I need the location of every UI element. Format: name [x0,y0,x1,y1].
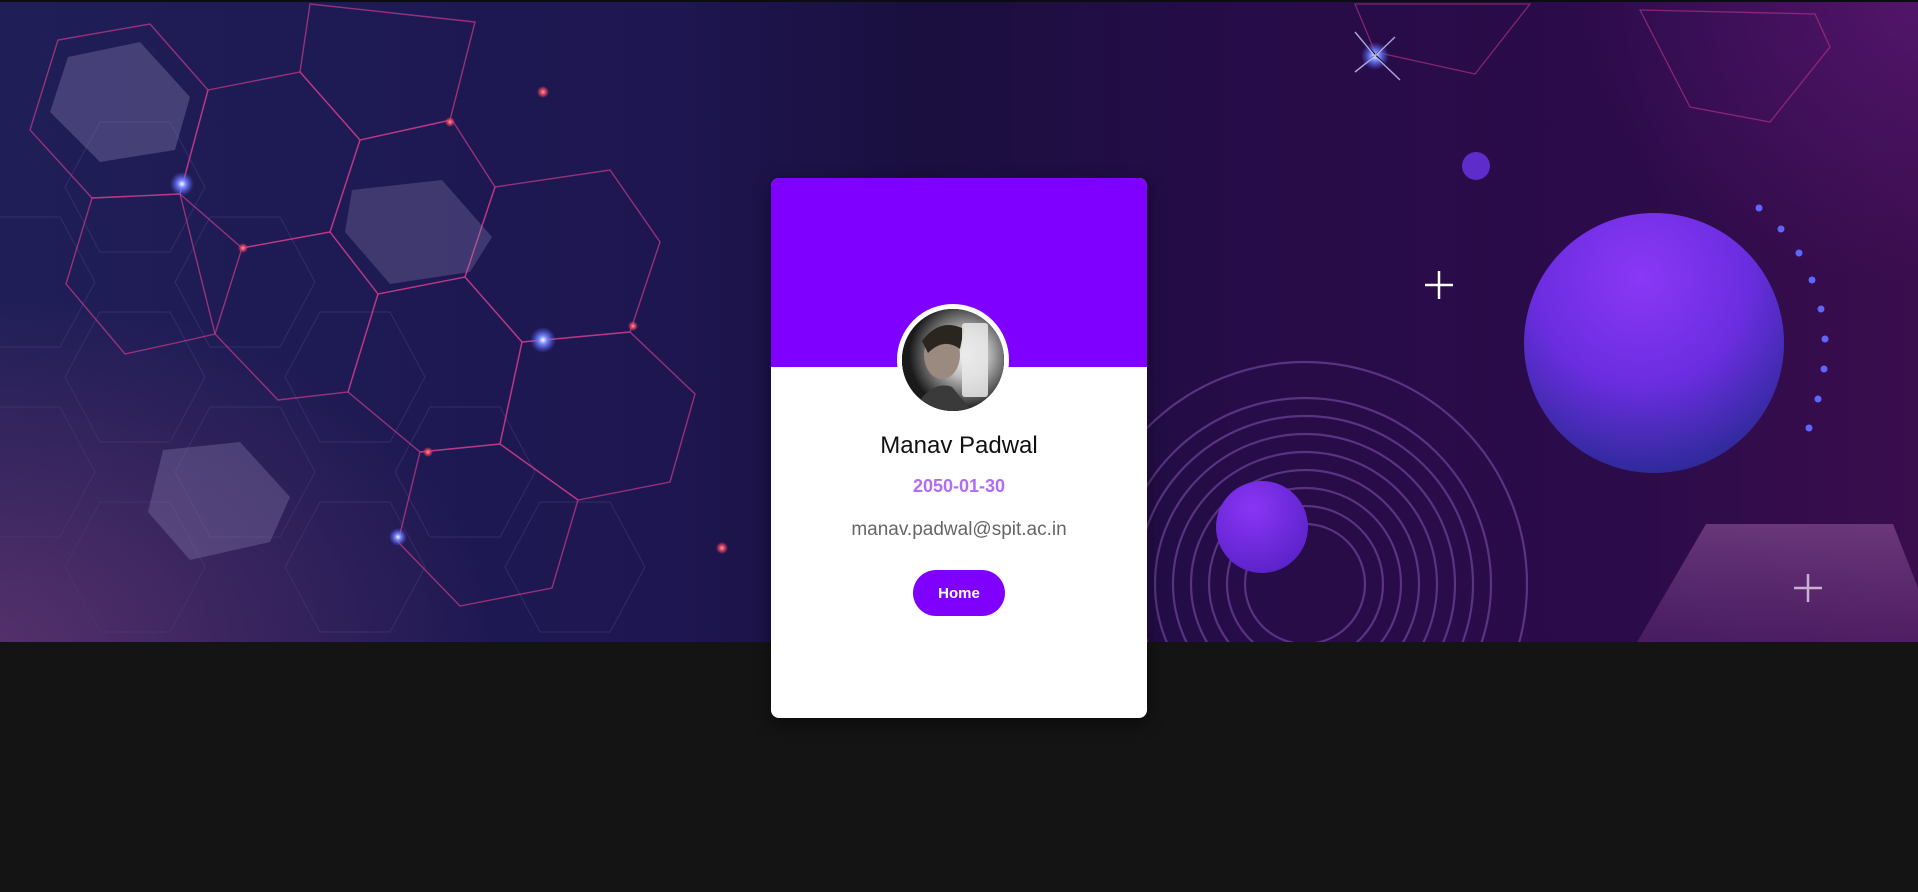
large-sphere [1524,213,1784,473]
small-sphere [1216,481,1308,573]
trapezoid-shape [1637,524,1918,642]
concentric-rings [1081,360,1529,642]
tiny-sphere [1462,152,1490,180]
profile-name: Manav Padwal [880,432,1038,459]
avatar [897,304,1009,416]
page: Manav Padwal 2050-01-30 manav.padwal@spi… [0,0,1918,892]
profile-dob: 2050-01-30 [912,476,1006,496]
hex-fills [50,42,492,560]
hex-grid-faint [0,121,646,633]
user-photo-icon [902,309,1004,411]
profile-card: Manav Padwal 2050-01-30 manav.padwal@spi… [771,178,1147,718]
hex-grid-right [1354,3,1831,123]
profile-email: manav.padwal@spit.ac.in [851,519,1067,540]
home-button[interactable]: Home [913,570,1005,616]
